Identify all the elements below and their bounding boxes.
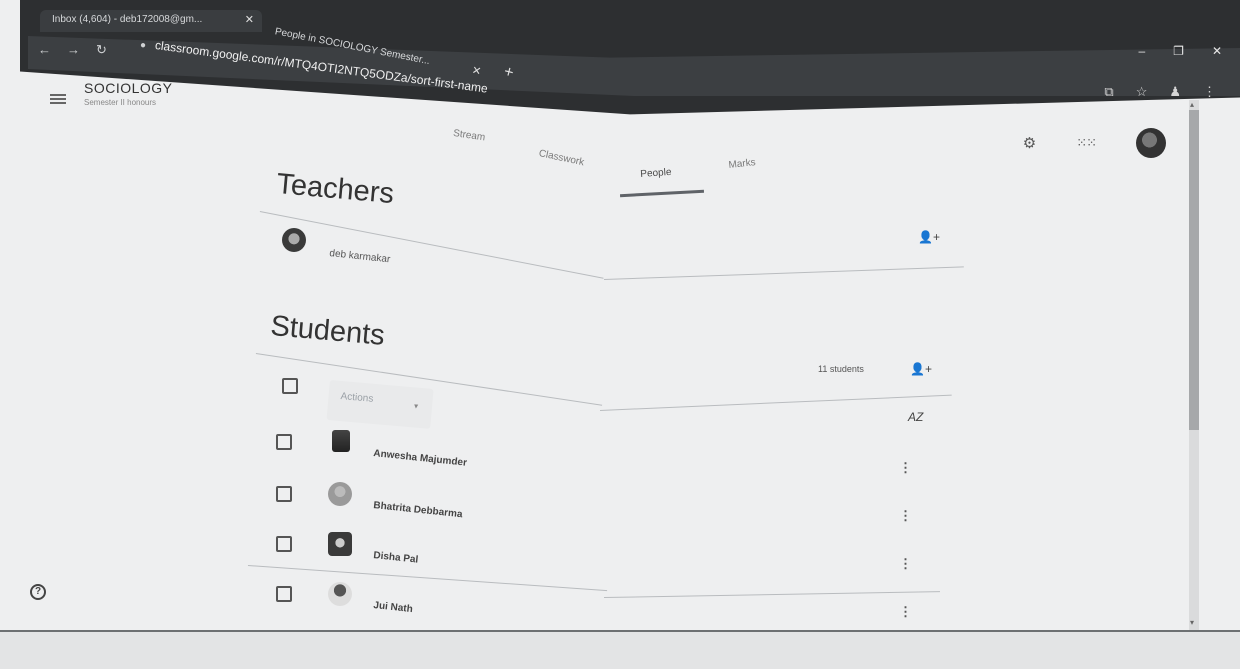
apps-grid-icon[interactable]: ⁙⁙ [1076, 135, 1097, 151]
help-icon[interactable]: ? [30, 584, 46, 600]
forward-arrow-icon[interactable]: → [67, 42, 80, 58]
student-name: Jui Nath [372, 600, 414, 616]
student-name: Disha Pal [372, 550, 419, 566]
student-checkbox[interactable] [276, 434, 292, 450]
classroom-page: SOCIOLOGY Semester II honours ⚙ ⁙⁙ Strea… [0, 64, 1200, 634]
tab-marks[interactable]: Marks [728, 157, 756, 171]
lock-icon: ● [140, 40, 147, 51]
student-name: Anwesha Majumder [372, 448, 468, 469]
tab-label: Inbox (4,604) - deb172008@gm... [52, 14, 203, 25]
class-subtitle: Semester II honours [84, 98, 157, 107]
actions-label: Actions [340, 391, 374, 405]
close-icon[interactable]: ✕ [245, 13, 254, 26]
gear-icon[interactable]: ⚙ [1023, 134, 1036, 152]
teachers-heading: Teachers [275, 168, 396, 211]
more-options-icon[interactable]: ⋮ [899, 556, 912, 572]
tab-stream[interactable]: Stream [452, 128, 485, 143]
students-count: 11 students [818, 364, 864, 374]
tab-classwork[interactable]: Classwork [538, 148, 585, 168]
divider [259, 211, 604, 279]
browser-tab-inbox[interactable]: Inbox (4,604) - deb172008@gm... ✕ [40, 10, 262, 32]
avatar [282, 228, 306, 252]
browser-nav: ← → ↻ [38, 42, 107, 58]
student-checkbox[interactable] [276, 536, 292, 552]
list-item[interactable]: Jui Nath ⋮ [276, 582, 936, 626]
actions-dropdown[interactable]: Actions ▾ [326, 380, 434, 429]
list-item[interactable]: Disha Pal ⋮ [276, 532, 936, 576]
restore-icon[interactable]: ❐ [1173, 44, 1184, 58]
more-options-icon[interactable]: ⋮ [899, 604, 912, 620]
divider [604, 266, 964, 280]
sort-az-icon[interactable]: AZ [908, 410, 923, 424]
close-window-icon[interactable]: ✕ [1212, 44, 1222, 58]
invite-teacher-icon[interactable]: 👤+ [918, 230, 940, 244]
back-arrow-icon[interactable]: ← [38, 42, 51, 58]
student-checkbox[interactable] [276, 586, 292, 602]
invite-student-icon[interactable]: 👤+ [910, 362, 932, 376]
desk-surface [0, 630, 1240, 669]
header-actions: ⚙ ⁙⁙ [1023, 128, 1166, 158]
scrollbar[interactable] [1189, 100, 1199, 630]
minimize-icon[interactable]: – [1138, 44, 1145, 58]
active-tab-indicator [619, 189, 705, 198]
teacher-name[interactable]: deb karmakar [329, 248, 391, 265]
list-item[interactable]: Bhatrita Debbarma ⋮ [276, 482, 936, 526]
more-options-icon[interactable]: ⋮ [899, 508, 912, 524]
more-options-icon[interactable]: ⋮ [899, 460, 912, 476]
hamburger-menu-icon[interactable] [50, 94, 66, 104]
avatar [328, 532, 352, 556]
students-heading: Students [269, 310, 387, 352]
reload-icon[interactable]: ↻ [96, 42, 107, 58]
divider [600, 394, 952, 411]
scrollbar-thumb[interactable] [1189, 110, 1199, 430]
window-controls: – ❐ ✕ [1138, 44, 1222, 58]
tab-people[interactable]: People [640, 167, 672, 180]
avatar [332, 430, 350, 452]
avatar[interactable] [1136, 128, 1166, 158]
student-checkbox[interactable] [276, 486, 292, 502]
chevron-down-icon: ▾ [413, 401, 419, 411]
scroll-down-icon[interactable]: ▾ [1190, 618, 1194, 627]
avatar [328, 482, 352, 506]
list-item[interactable]: Anwesha Majumder ⋮ [276, 430, 936, 476]
select-all-checkbox[interactable] [282, 378, 298, 394]
kebab-menu-icon[interactable]: ⋮ [1203, 84, 1216, 100]
student-name: Bhatrita Debbarma [372, 500, 463, 521]
avatar [328, 582, 352, 606]
scroll-up-icon[interactable]: ▴ [1190, 100, 1194, 109]
class-title[interactable]: SOCIOLOGY [84, 80, 173, 96]
